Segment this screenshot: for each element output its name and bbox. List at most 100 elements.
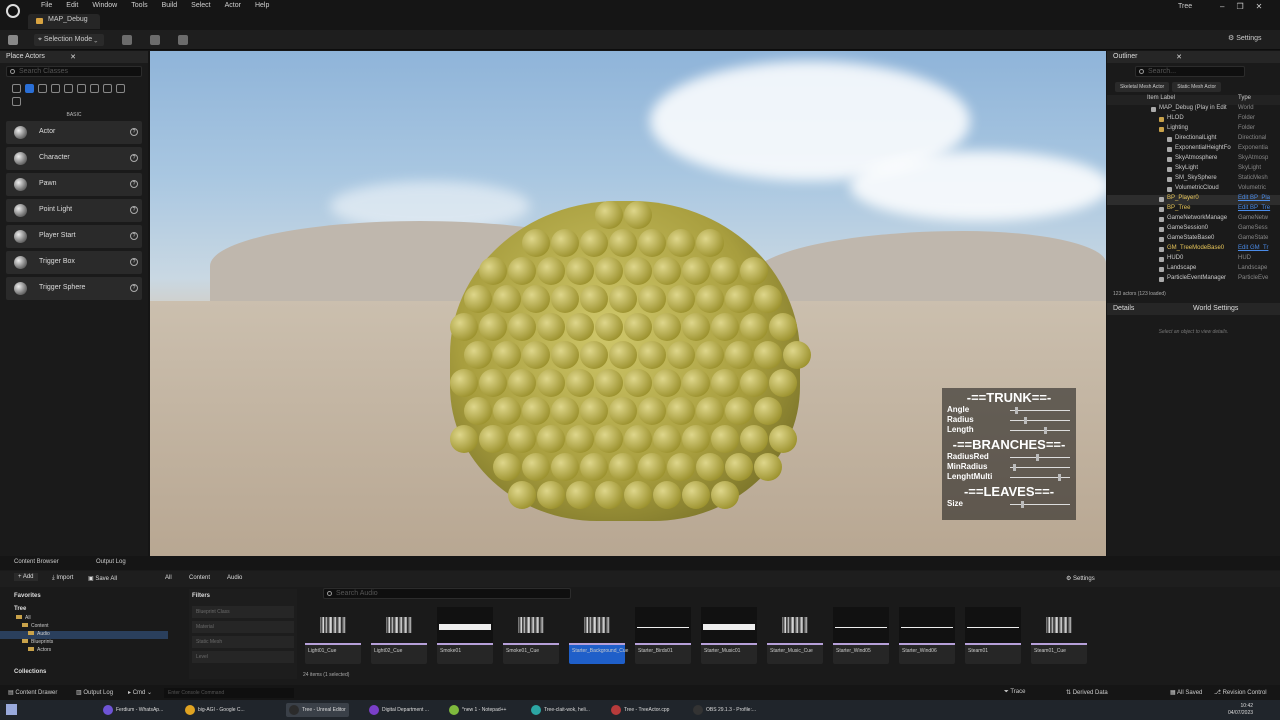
help-icon[interactable]: ? (130, 232, 138, 240)
lights-icon[interactable] (38, 84, 47, 93)
minimize-icon[interactable]: – (1220, 2, 1224, 11)
filter-level[interactable]: Level (192, 651, 294, 663)
folder-content[interactable]: Content (0, 623, 185, 631)
clock[interactable]: 10:42 04/07/2023 (1228, 703, 1253, 717)
slider-track[interactable] (1010, 407, 1070, 414)
outliner-row[interactable]: SM_SkySphere StaticMesh (1107, 175, 1280, 185)
slider-track[interactable] (1010, 464, 1070, 471)
slider-thumb[interactable] (1058, 474, 1062, 481)
recent-icon[interactable] (12, 84, 21, 93)
outliner-row[interactable]: BP_Tree Edit BP_Tre (1107, 205, 1280, 215)
slider-thumb[interactable] (1024, 417, 1028, 424)
outliner-row[interactable]: Lighting Folder (1107, 125, 1280, 135)
cinematic-icon[interactable] (51, 84, 60, 93)
actor-item-player-start[interactable]: Player Start? (6, 225, 142, 248)
path-content[interactable]: Content (189, 575, 210, 581)
asset-tile[interactable]: Starter_Wind06 (899, 607, 955, 664)
taskbar-app[interactable]: Tree-clait-wok, heli... (528, 703, 593, 717)
taskbar-app[interactable]: Digital Department ... (366, 703, 432, 717)
all-classes-icon[interactable] (103, 84, 112, 93)
all-saved-button[interactable]: ▦ All Saved (1170, 689, 1202, 696)
trace-button[interactable]: ⏷ Trace (1004, 689, 1025, 696)
help-icon[interactable]: ? (130, 180, 138, 188)
close-icon[interactable]: ✕ (1176, 53, 1182, 61)
outliner-row[interactable]: GameSession0 GameSess (1107, 225, 1280, 235)
outliner-row[interactable]: HLOD Folder (1107, 115, 1280, 125)
favorites-section[interactable]: Favorites (0, 589, 185, 603)
asset-tile[interactable]: Steam01 (965, 607, 1021, 664)
outliner-row[interactable]: ExponentialHeightFo Exponentia (1107, 145, 1280, 155)
taskbar-app[interactable]: big-AGI - Google C... (182, 703, 248, 717)
output-log-button[interactable]: ▥ Output Log (76, 689, 113, 696)
menu-item-help[interactable]: Help (248, 2, 276, 9)
slider-track[interactable] (1010, 417, 1070, 424)
map-tab[interactable]: MAP_Debug (28, 14, 100, 29)
outliner-item-type[interactable]: Edit BP_Tre (1238, 205, 1270, 211)
save-all-button[interactable]: ▣ Save All (88, 575, 117, 582)
restore-icon[interactable]: ❐ (1236, 2, 1243, 11)
outliner-row[interactable]: GameStateBase0 GameState (1107, 235, 1280, 245)
settings-button[interactable]: ⚙ Settings (1228, 34, 1262, 46)
add-content-icon[interactable] (122, 35, 132, 45)
import-button[interactable]: ⤓ Import (52, 575, 73, 582)
slider-track[interactable] (1010, 454, 1070, 461)
folder-blueprints[interactable]: Blueprints (0, 639, 185, 647)
actor-item-actor[interactable]: Actor? (6, 121, 142, 144)
outliner-row[interactable]: GM_TreeModeBase0 Edit GM_Tr (1107, 245, 1280, 255)
folder-audio[interactable]: Audio (0, 631, 168, 639)
actor-item-point-light[interactable]: Point Light? (6, 199, 142, 222)
geometry-icon[interactable] (77, 84, 86, 93)
outliner-row[interactable]: HUD0 HUD (1107, 255, 1280, 265)
menu-item-edit[interactable]: Edit (59, 2, 85, 9)
filter-static-mesh[interactable]: Static Mesh (192, 636, 294, 648)
asset-tile[interactable]: Smoke01_Cue (503, 607, 559, 664)
taskbar-app[interactable]: OBS 29.1.3 - Profile:... (690, 703, 759, 717)
actor-item-character[interactable]: Character? (6, 147, 142, 170)
slider-thumb[interactable] (1012, 464, 1016, 471)
menu-item-tools[interactable]: Tools (124, 2, 154, 9)
close-icon[interactable]: ✕ (1256, 2, 1263, 11)
menu-item-actor[interactable]: Actor (218, 2, 248, 9)
asset-tile[interactable]: Starter_Birds01 (635, 607, 691, 664)
more-icon[interactable] (12, 97, 21, 106)
path-audio[interactable]: Audio (227, 575, 242, 581)
menu-item-file[interactable]: File (34, 2, 59, 9)
add-button[interactable]: + Add (14, 573, 38, 581)
slider-track[interactable] (1010, 427, 1070, 434)
outliner-row[interactable]: VolumetricCloud Volumetric (1107, 185, 1280, 195)
console-input[interactable]: Enter Console Command (164, 688, 294, 698)
menu-item-select[interactable]: Select (184, 2, 217, 9)
actor-item-trigger-box[interactable]: Trigger Box? (6, 251, 142, 274)
save-icon[interactable] (8, 35, 18, 45)
outliner-item-type[interactable]: Edit BP_Pla (1238, 195, 1270, 201)
help-icon[interactable]: ? (130, 284, 138, 292)
filter-blueprint-class[interactable]: Blueprint Class (192, 606, 294, 618)
type-column[interactable]: Type (1238, 95, 1251, 101)
menu-item-build[interactable]: Build (155, 2, 185, 9)
basic-icon[interactable] (25, 84, 34, 93)
taskbar-app[interactable]: Tree - TreeActor.cpp (608, 703, 672, 717)
search-classes-input[interactable]: Search Classes (6, 66, 142, 77)
taskbar-app[interactable]: Tree - Unreal Editor (286, 703, 349, 717)
slider-track[interactable] (1010, 501, 1070, 508)
filter-material[interactable]: Material (192, 621, 294, 633)
content-drawer-button[interactable]: ▤ Content Drawer (8, 689, 57, 696)
derived-data-button[interactable]: ⇅ Derived Data (1066, 689, 1108, 696)
slider-thumb[interactable] (1021, 501, 1025, 508)
outliner-row[interactable]: SkyAtmosphere SkyAtmosp (1107, 155, 1280, 165)
asset-tile[interactable]: Starter_Background_Cue (569, 607, 628, 664)
outliner-search-input[interactable]: Search... (1135, 66, 1245, 77)
item-label-column[interactable]: Item Label (1147, 95, 1175, 101)
cmd-dropdown[interactable]: ▸ Cmd ⌄ (128, 689, 152, 696)
menu-item-window[interactable]: Window (85, 2, 124, 9)
revision-control-button[interactable]: ⎇ Revision Control (1214, 689, 1267, 696)
folder-actors[interactable]: Actors (0, 647, 185, 655)
level-viewport[interactable]: -==TRUNK==- Angle Radius Length -==BRANCHE… (150, 51, 1106, 556)
folder-all[interactable]: All (0, 615, 185, 623)
asset-tile[interactable]: Smoke01 (437, 607, 493, 664)
actor-item-pawn[interactable]: Pawn? (6, 173, 142, 196)
asset-tile[interactable]: Light02_Cue (371, 607, 427, 664)
help-icon[interactable]: ? (130, 154, 138, 162)
windows-start-icon[interactable] (6, 704, 17, 715)
help-icon[interactable]: ? (130, 206, 138, 214)
